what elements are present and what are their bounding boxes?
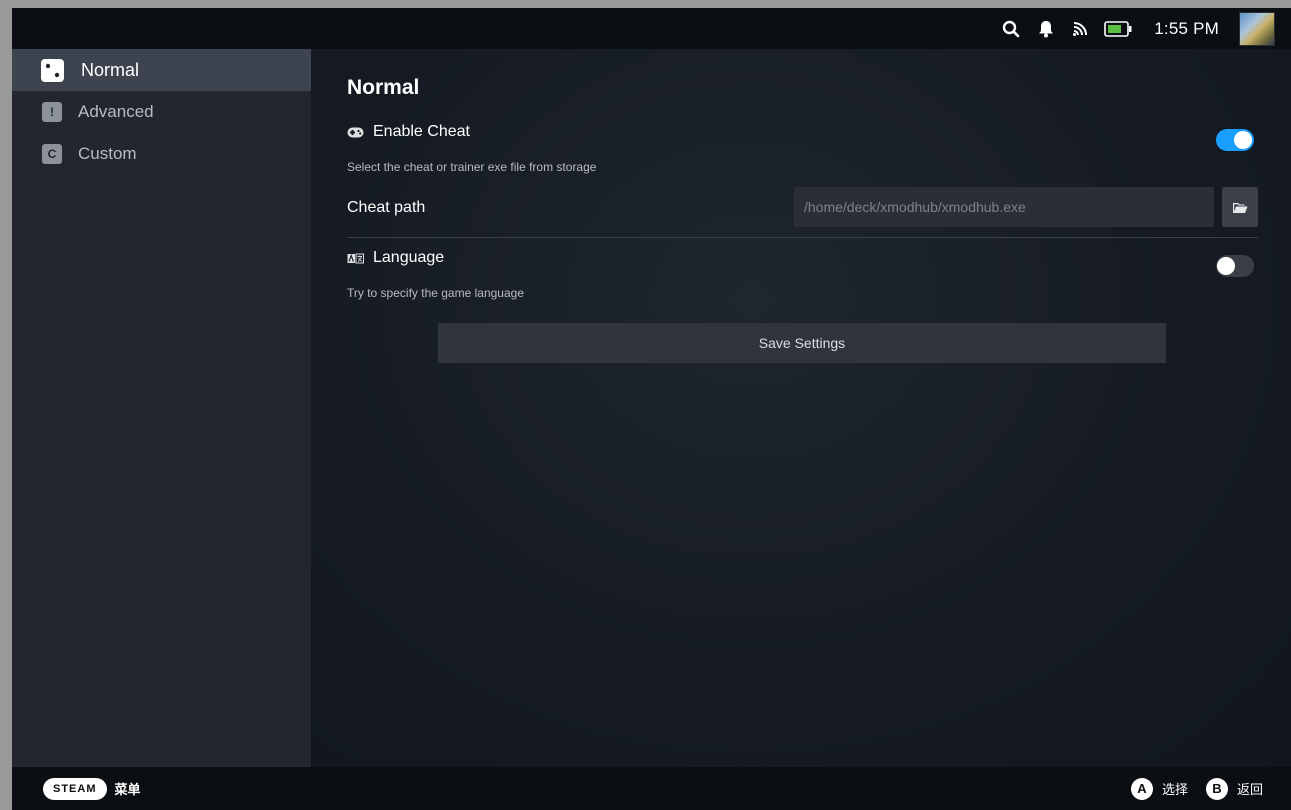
exclamation-icon: ! — [42, 102, 62, 122]
menu-label: 菜单 — [114, 783, 141, 798]
button-hints: A 选择 B 返回 — [1113, 777, 1263, 800]
sidebar-item-custom[interactable]: C Custom — [12, 133, 311, 175]
b-button-icon: B — [1205, 777, 1228, 800]
steam-deck-screen: 1:55 PM Normal ! Advanced C Custom Norma… — [12, 8, 1291, 810]
sidebar-item-advanced[interactable]: ! Advanced — [12, 91, 311, 133]
bell-icon[interactable] — [1038, 20, 1054, 38]
folder-open-icon — [1232, 201, 1248, 214]
language-label: Language — [373, 249, 445, 266]
letter-c-icon: C — [42, 144, 62, 164]
toggle-knob — [1234, 131, 1252, 149]
search-icon[interactable] — [1002, 20, 1020, 38]
hint-label: 选择 — [1161, 783, 1188, 798]
hint-label: 返回 — [1236, 783, 1263, 798]
hint-select[interactable]: A 选择 — [1130, 777, 1188, 800]
battery-icon[interactable] — [1104, 20, 1132, 37]
toggle-knob — [1217, 257, 1235, 275]
sidebar-item-label: Normal — [81, 59, 140, 80]
main-panel: Normal Enable Cheat Select the cheat or … — [311, 49, 1291, 767]
clock: 1:55 PM — [1154, 18, 1219, 38]
divider — [347, 237, 1258, 238]
sidebar-item-label: Custom — [78, 144, 137, 163]
a-button-icon: A — [1130, 777, 1153, 800]
language-row: Language — [347, 249, 444, 267]
sidebar-item-normal[interactable]: Normal — [12, 49, 311, 91]
browse-folder-button[interactable] — [1222, 187, 1258, 227]
enable-cheat-description: Select the cheat or trainer exe file fro… — [347, 160, 597, 174]
cheat-path-label: Cheat path — [347, 199, 426, 216]
enable-cheat-label: Enable Cheat — [373, 123, 470, 140]
status-bar: 1:55 PM — [12, 8, 1291, 49]
translate-icon — [347, 253, 364, 264]
save-settings-button[interactable]: Save Settings — [438, 323, 1166, 363]
enable-cheat-row: Enable Cheat — [347, 123, 470, 141]
steam-button[interactable]: STEAM — [43, 777, 107, 800]
sidebar-item-label: Advanced — [78, 102, 154, 121]
hint-back[interactable]: B 返回 — [1205, 777, 1263, 800]
dice-icon — [41, 58, 64, 82]
bottom-bar: STEAM 菜单 A 选择 B 返回 — [12, 767, 1291, 810]
language-description: Try to specify the game language — [347, 286, 524, 300]
sidebar: Normal ! Advanced C Custom — [12, 49, 311, 767]
gamepad-icon — [347, 127, 364, 138]
enable-cheat-toggle[interactable] — [1216, 129, 1254, 151]
cheat-path-input[interactable] — [794, 187, 1214, 227]
avatar[interactable] — [1239, 11, 1275, 46]
language-toggle[interactable] — [1216, 255, 1254, 277]
cast-icon[interactable] — [1072, 21, 1088, 37]
page-title: Normal — [347, 76, 420, 99]
